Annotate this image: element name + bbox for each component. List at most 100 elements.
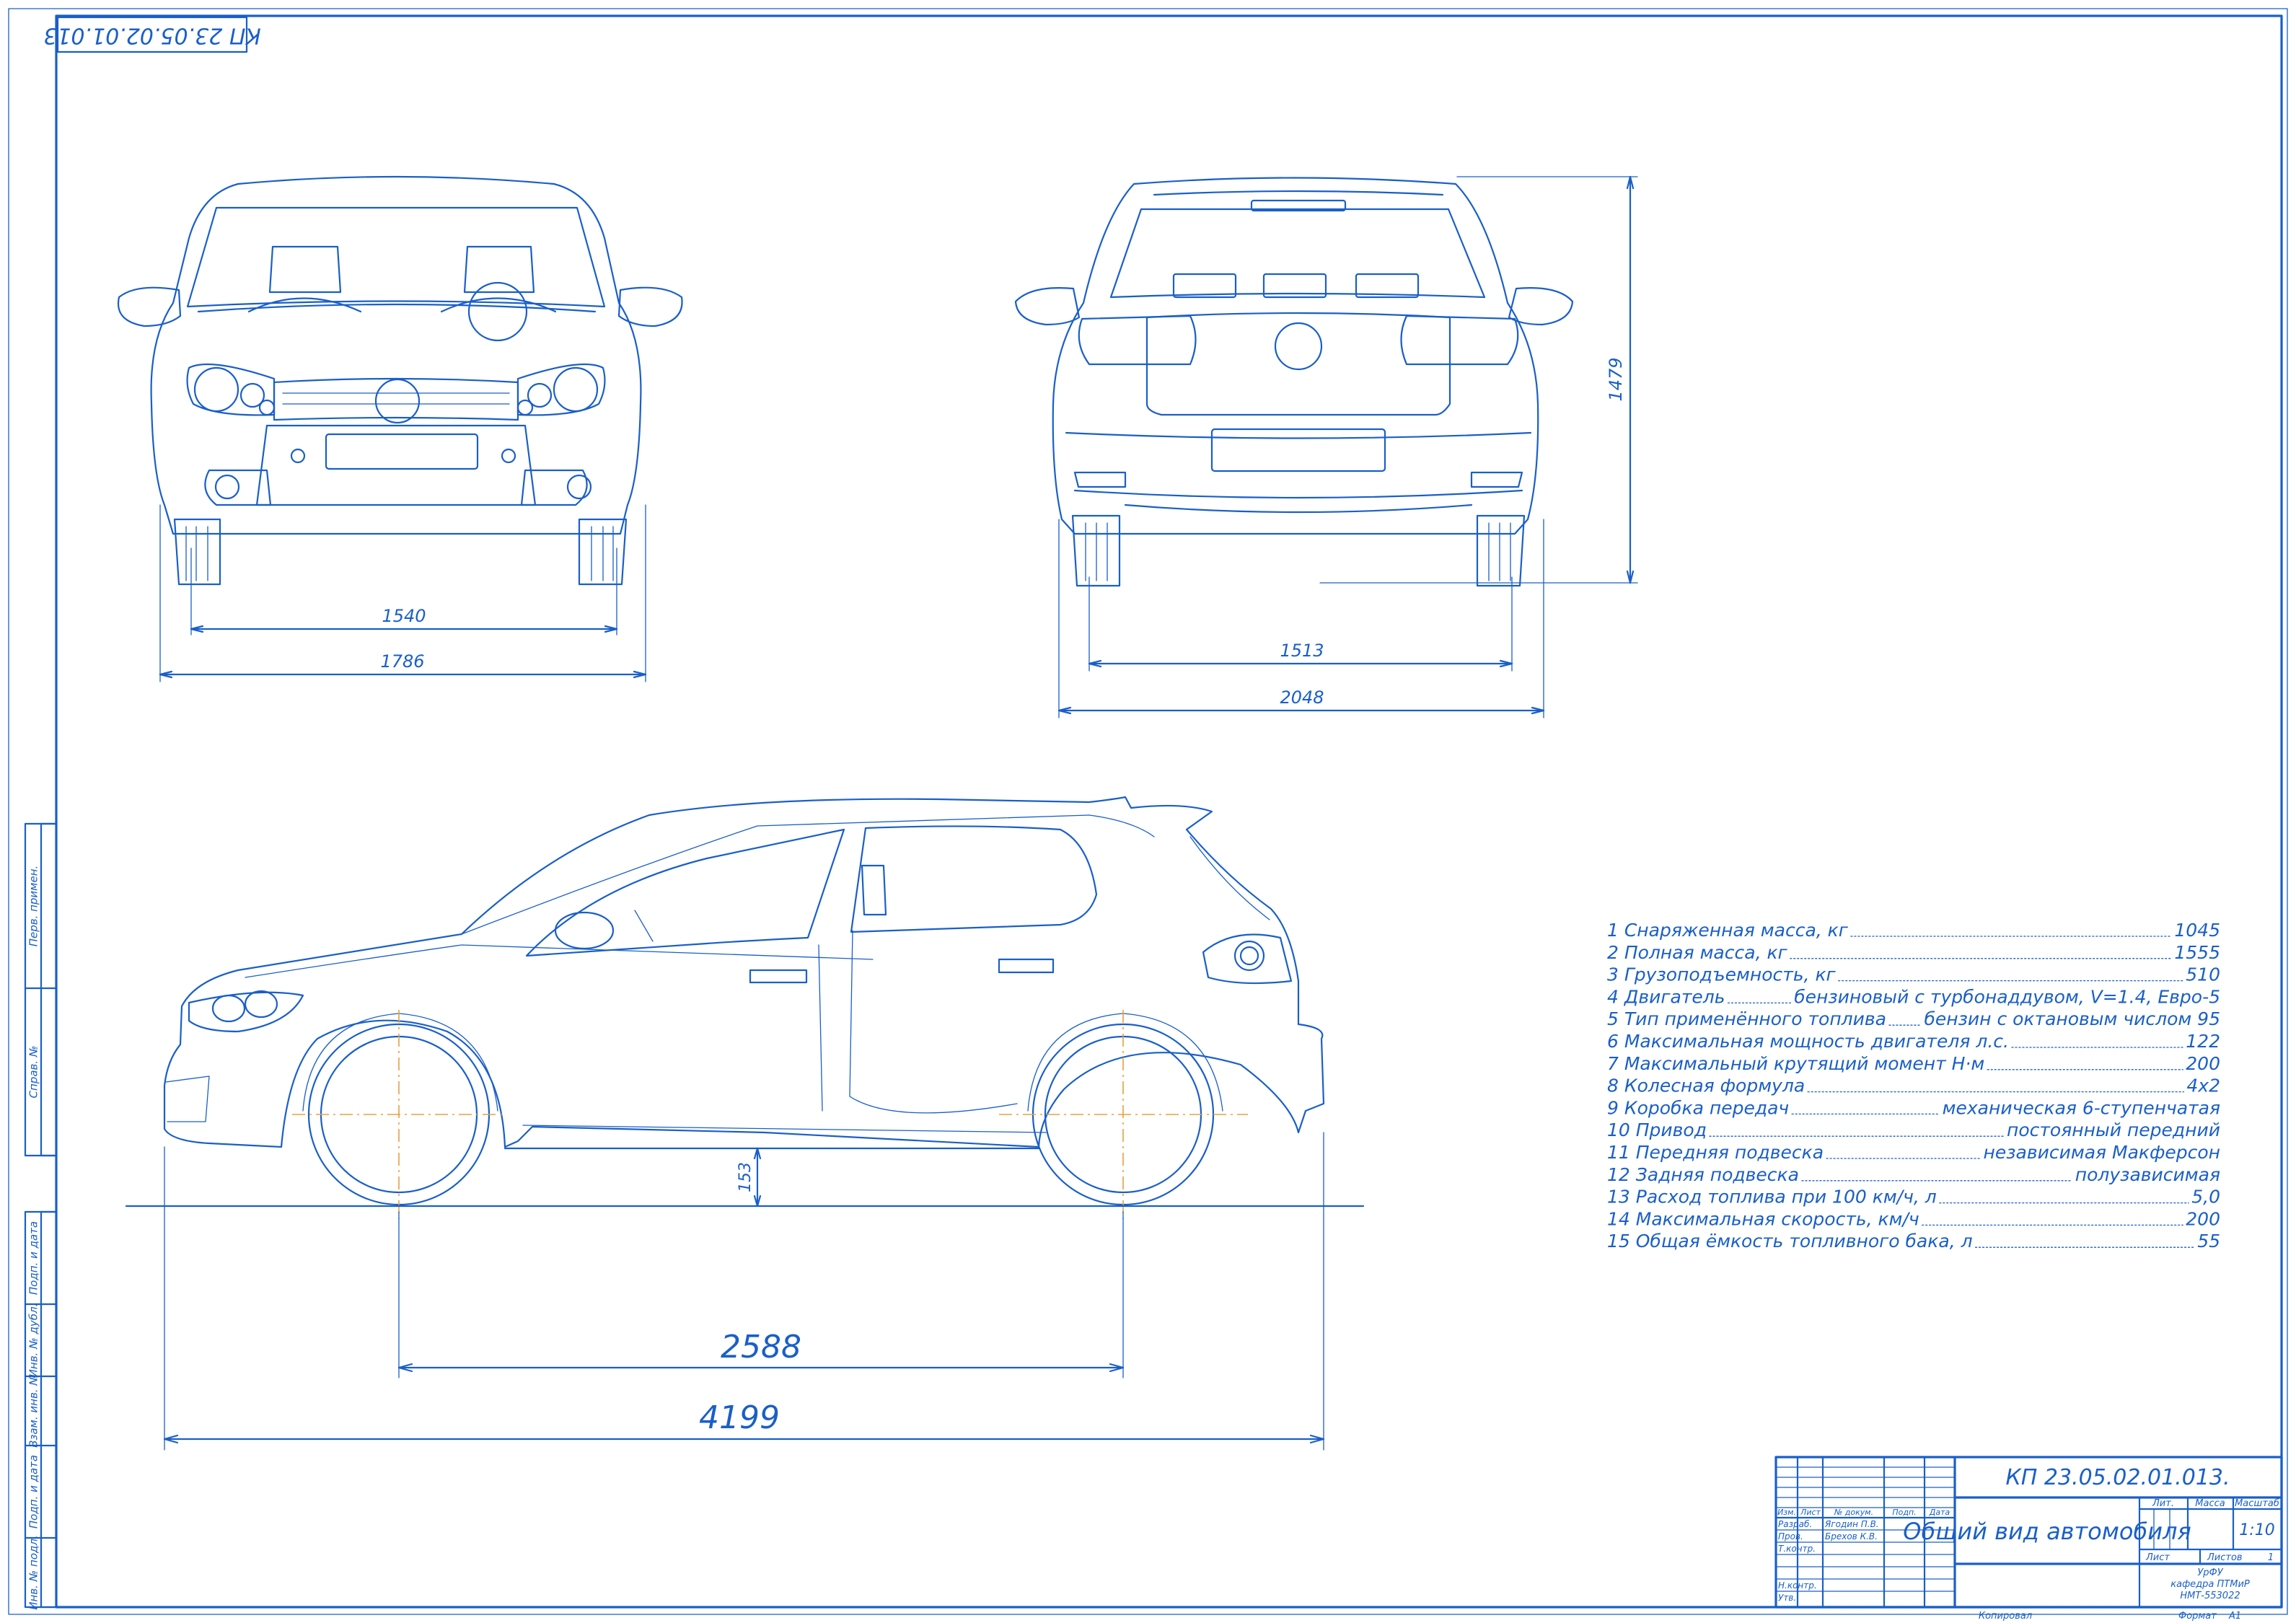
side-headlight bbox=[165, 990, 304, 1122]
rotated-stamp: КП 23.05.02.01.013 bbox=[43, 16, 261, 53]
tb-role-tcontrol: Т.контр. bbox=[1778, 1544, 1816, 1554]
spec-label: 4 Двигатель bbox=[1607, 986, 1725, 1007]
spec-value: 200 bbox=[2186, 1208, 2220, 1229]
rear-tailgate bbox=[1078, 312, 1519, 416]
spec-row: 14 Максимальная скорость, км/ч 200 bbox=[1607, 1208, 2220, 1229]
front-dim-width: 1786 bbox=[380, 651, 424, 672]
spec-label: 9 Коробка передач bbox=[1607, 1097, 1789, 1118]
spec-label: 6 Максимальная мощность двигателя л.с. bbox=[1607, 1031, 2009, 1052]
spec-label: 14 Максимальная скорость, км/ч bbox=[1607, 1208, 1919, 1229]
spec-value: 1555 bbox=[2174, 942, 2220, 963]
rear-view: 1513 2048 1479 bbox=[1014, 175, 1638, 718]
front-dimensions: 1540 1786 bbox=[159, 504, 647, 682]
side-stamp-label-1: Перв. примен. bbox=[27, 866, 40, 947]
spec-value: независимая Макферсон bbox=[1984, 1142, 2220, 1163]
front-dim-track: 1540 bbox=[382, 606, 426, 626]
spec-value: постоянный передний bbox=[2007, 1120, 2220, 1140]
spec-label: 1 Снаряженная масса, кг bbox=[1607, 920, 1849, 941]
front-headlights bbox=[186, 363, 606, 416]
spec-value: 5,0 bbox=[2191, 1187, 2220, 1208]
side-windows bbox=[525, 825, 1098, 1114]
front-view: 1540 1786 bbox=[117, 175, 683, 682]
tb-title: Общий вид автомобиля bbox=[1903, 1518, 2191, 1545]
spec-label: 13 Расход топлива при 100 км/ч, л bbox=[1607, 1187, 1937, 1208]
side-front-wheel bbox=[292, 1010, 505, 1219]
tb-col-date: Дата bbox=[1929, 1508, 1950, 1517]
side-dim-wheelbase: 2588 bbox=[721, 1329, 801, 1365]
side-stamp-label-2: Справ. № bbox=[27, 1046, 40, 1099]
spec-value: механическая 6-ступенчатая bbox=[1943, 1097, 2220, 1118]
spec-row: 2 Полная масса, кг 1555 bbox=[1607, 942, 2220, 963]
spec-value: 1045 bbox=[2174, 920, 2220, 941]
rear-dim-width: 2048 bbox=[1280, 687, 1324, 708]
tb-format-label: Формат bbox=[2178, 1611, 2217, 1622]
spec-row: 7 Максимальный крутящий момент Н·м 200 bbox=[1607, 1053, 2220, 1074]
side-stamp-column: Перв. примен. Справ. № Подп. и дата Инв.… bbox=[24, 822, 58, 1610]
side-dim-clearance: 153 bbox=[736, 1162, 755, 1192]
tb-copied-label: Копировал bbox=[1979, 1611, 2032, 1622]
side-stamp-label-6: Подп. и дата bbox=[27, 1455, 40, 1529]
side-stamp-label-7: Инв. № подл. bbox=[27, 1535, 40, 1609]
spec-row: 13 Расход топлива при 100 км/ч, л 5,0 bbox=[1607, 1187, 2220, 1208]
tb-scale-label: Масштаб bbox=[2235, 1498, 2279, 1509]
sheet-outer-border bbox=[8, 8, 2288, 1615]
tb-col-izm: Изм. bbox=[1777, 1508, 1796, 1517]
spec-label: 2 Полная масса, кг bbox=[1607, 942, 1788, 963]
tb-format-value: А1 bbox=[2228, 1611, 2241, 1622]
spec-label: 11 Передняя подвеска bbox=[1607, 1142, 1824, 1163]
side-dim-length: 4199 bbox=[699, 1399, 780, 1436]
side-rear-details bbox=[1189, 836, 1293, 985]
spec-label: 3 Грузоподъемность, кг bbox=[1607, 964, 1837, 985]
spec-value: бензин с октановым числом 95 bbox=[1924, 1008, 2220, 1029]
tb-col-list: Лист bbox=[1800, 1508, 1821, 1517]
spec-row: 11 Передняя подвеска независимая Макферсо… bbox=[1607, 1142, 2220, 1163]
side-stamp-label-4: Инв. № дубл. bbox=[27, 1303, 40, 1378]
spec-value: бензиновый с турбонаддувом, V=1.4, Евро-… bbox=[1794, 986, 2220, 1007]
tb-col-docnum: № докум. bbox=[1834, 1508, 1873, 1517]
rear-dim-height: 1479 bbox=[1606, 357, 1626, 401]
title-block: Изм. Лист № докум. Подп. Дата Разраб. Пр… bbox=[1774, 1456, 2283, 1622]
rear-dim-track: 1513 bbox=[1280, 641, 1324, 661]
spec-label: 10 Привод bbox=[1607, 1120, 1707, 1140]
tb-sheets-value: 1 bbox=[2268, 1552, 2274, 1563]
spec-value: 510 bbox=[2186, 964, 2220, 985]
tb-role-approved: Утв. bbox=[1778, 1593, 1796, 1603]
rotated-stamp-code: КП 23.05.02.01.013 bbox=[43, 23, 261, 48]
tb-scale-value: 1:10 bbox=[2239, 1521, 2274, 1539]
side-view: 153 2588 4199 bbox=[125, 796, 1365, 1451]
tb-org-line-3: НМТ-553022 bbox=[2180, 1591, 2240, 1601]
drawing-sheet: КП 23.05.02.01.013 Перв. примен. Справ. … bbox=[8, 8, 2288, 1622]
rear-wheels bbox=[1071, 514, 1526, 587]
rear-dimensions: 1513 2048 1479 bbox=[1057, 175, 1638, 718]
tb-role-developer: Разраб. bbox=[1778, 1519, 1812, 1529]
rear-bumper bbox=[1065, 428, 1532, 514]
spec-label: 5 Тип применённого топлива bbox=[1607, 1008, 1886, 1029]
tb-org-line-2: кафедра ПТМиР bbox=[2170, 1579, 2250, 1590]
tb-role-ncontrol: Н.контр. bbox=[1778, 1580, 1817, 1591]
spec-row: 15 Общая ёмкость топливного бака, л 55 bbox=[1607, 1231, 2220, 1252]
front-seats bbox=[247, 245, 557, 342]
side-dimensions: 153 2588 4199 bbox=[163, 1132, 1325, 1451]
spec-row: 4 Двигатель бензиновый с турбонаддувом, V… bbox=[1607, 986, 2220, 1007]
sheet-inner-frame bbox=[55, 14, 2283, 1609]
spec-label: 12 Задняя подвеска bbox=[1607, 1164, 1799, 1185]
side-stamp-label-3: Подп. и дата bbox=[27, 1221, 40, 1295]
spec-row: 8 Колесная формула 4x2 bbox=[1607, 1076, 2220, 1096]
spec-row: 6 Максимальная мощность двигателя л.с. 12… bbox=[1607, 1031, 2220, 1052]
spec-label: 8 Колесная формула bbox=[1607, 1076, 1805, 1096]
spec-value: 122 bbox=[2186, 1031, 2220, 1052]
tb-name-checker: Брехов К.В. bbox=[1825, 1531, 1878, 1541]
spec-value: полузависимая bbox=[2075, 1164, 2220, 1185]
tb-doc-code: КП 23.05.02.01.013. bbox=[2005, 1465, 2230, 1490]
tb-sheets-label: Листов bbox=[2207, 1552, 2243, 1563]
spec-row: 10 Привод постоянный передний bbox=[1607, 1120, 2220, 1140]
spec-row: 5 Тип применённого топлива бензин с октан… bbox=[1607, 1008, 2220, 1029]
spec-value: 55 bbox=[2197, 1231, 2220, 1252]
spec-label: 7 Максимальный крутящий момент Н·м bbox=[1607, 1053, 1984, 1074]
tb-name-developer: Ягодин П.В. bbox=[1824, 1519, 1879, 1529]
tb-mass-label: Масса bbox=[2195, 1498, 2225, 1509]
tb-org-line-1: УрФУ bbox=[2197, 1567, 2223, 1578]
spec-value: 200 bbox=[2186, 1053, 2220, 1074]
front-wheels bbox=[173, 518, 628, 586]
spec-row: 12 Задняя подвеска полузависимая bbox=[1607, 1164, 2220, 1185]
